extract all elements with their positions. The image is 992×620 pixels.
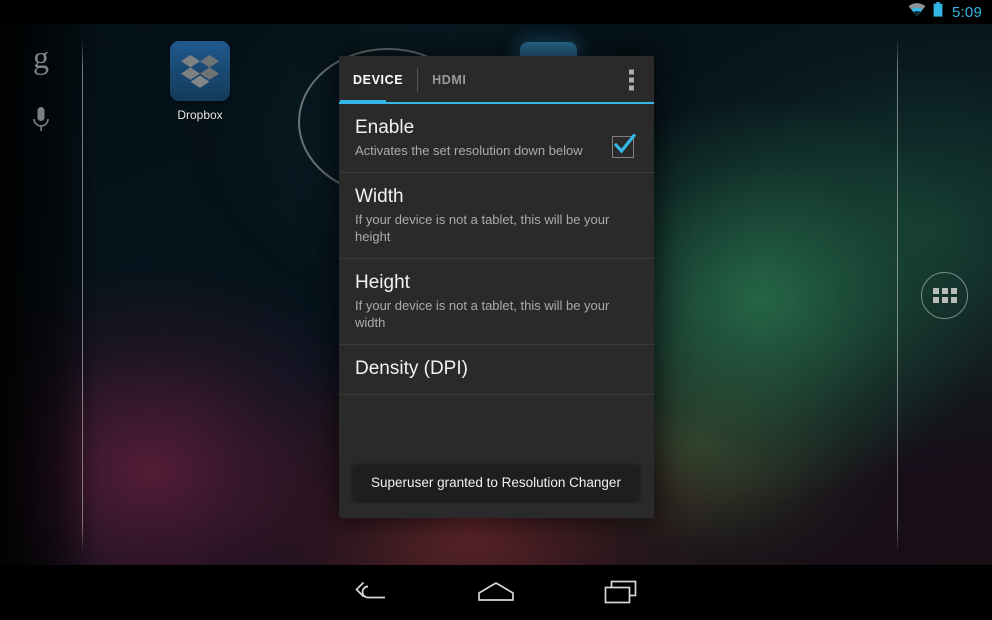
preference-text-height: Height If your device is not a tablet, t… [355,271,638,331]
recents-icon [604,580,637,603]
preference-row-density[interactable]: Density (DPI) [339,345,654,395]
homescreen-page-divider-left [82,38,83,553]
wifi-icon [908,2,926,22]
preference-subtitle-enable: Activates the set resolution down below [355,143,583,158]
google-g-icon[interactable]: g [28,41,54,73]
resolution-changer-dialog: DEVICE HDMI Enable Activates the set res… [339,56,654,518]
battery-icon [933,2,943,22]
preference-subtitle-width: If your device is not a tablet, this wil… [355,212,610,244]
preference-list: Enable Activates the set resolution down… [339,104,654,395]
tab-device[interactable]: DEVICE [339,56,417,104]
app-icon-dropbox[interactable]: Dropbox [160,41,240,131]
home-icon [478,581,514,601]
preference-title-height: Height [355,272,410,293]
toast-text: Superuser granted to Resolution Changer [371,475,621,490]
back-button[interactable] [309,565,434,620]
status-bar-clock: 5:09 [952,3,982,21]
preference-row-width[interactable]: Width If your device is not a tablet, th… [339,173,654,259]
app-drawer-icon [932,288,957,303]
app-label-dropbox: Dropbox [177,108,223,122]
preference-subtitle-height: If your device is not a tablet, this wil… [355,298,610,330]
app-drawer-button[interactable] [921,272,968,319]
homescreen-page-divider-right [897,38,898,553]
preference-title-width: Width [355,186,404,207]
preference-row-height[interactable]: Height If your device is not a tablet, t… [339,259,654,345]
checkmark-icon [614,134,636,154]
home-button[interactable] [434,565,559,620]
microphone-icon[interactable] [28,104,54,136]
preference-title-density: Density (DPI) [355,358,468,379]
recents-button[interactable] [559,565,684,620]
status-bar[interactable]: 5:09 [0,0,992,24]
tab-hdmi-label: HDMI [432,73,467,87]
preference-title-enable: Enable [355,117,415,138]
dropbox-icon [170,41,230,101]
dialog-tab-bar: DEVICE HDMI [339,56,654,104]
tab-device-label: DEVICE [353,73,404,87]
wallpaper-left-shade [0,0,100,565]
preference-row-enable[interactable]: Enable Activates the set resolution down… [339,104,654,173]
toast-message: Superuser granted to Resolution Changer [353,465,639,500]
overflow-menu-icon[interactable] [625,66,638,95]
back-icon [355,581,385,598]
preference-text-enable: Enable Activates the set resolution down… [355,116,612,159]
preference-text-width: Width If your device is not a tablet, th… [355,185,638,245]
preference-text-density: Density (DPI) [355,357,638,381]
navigation-bar [0,565,992,620]
tab-hdmi[interactable]: HDMI [418,56,480,104]
enable-checkbox[interactable] [612,134,636,158]
